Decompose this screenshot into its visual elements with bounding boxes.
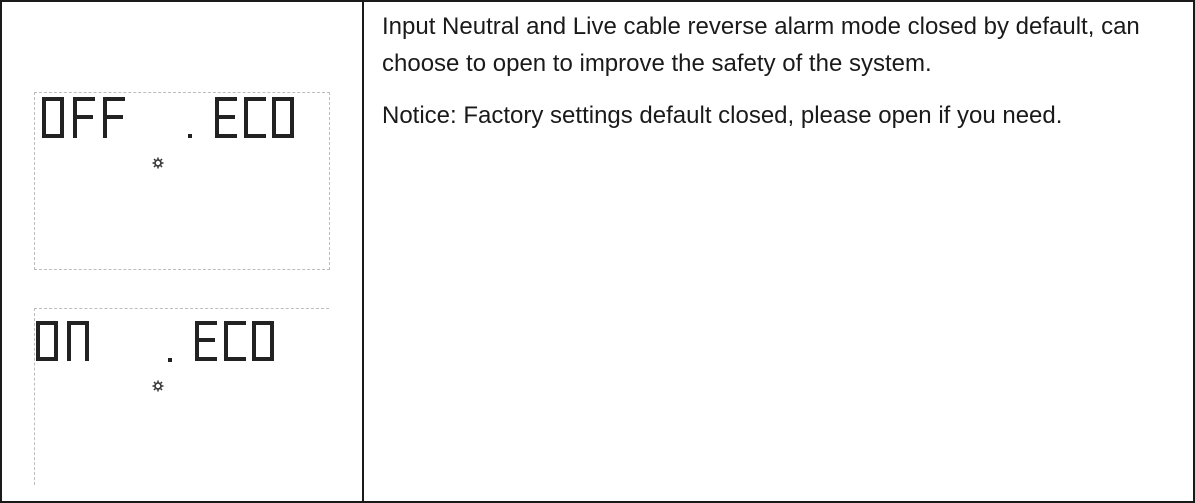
notice-paragraph: Notice: Factory settings default closed,… [382,102,1063,129]
settings-table: Input Neutral and Live cable reverse ala… [0,0,1195,503]
table-border-left [0,0,2,503]
gear-icon [152,380,164,392]
lcd-on-eco-segments [36,321,274,362]
lcd-off-eco-segments [42,97,294,138]
lcd-segment-text [42,97,294,138]
lcd-screen-off-eco [34,92,330,270]
lcd-screen-on-eco [34,308,329,485]
description-cell: Input Neutral and Live cable reverse ala… [382,8,1182,149]
lcd-segment-text [36,321,274,361]
table-column-divider [362,0,364,503]
description-paragraph: Input Neutral and Live cable reverse ala… [382,13,1140,77]
table-border-top [0,0,1195,2]
gear-icon [152,157,164,169]
